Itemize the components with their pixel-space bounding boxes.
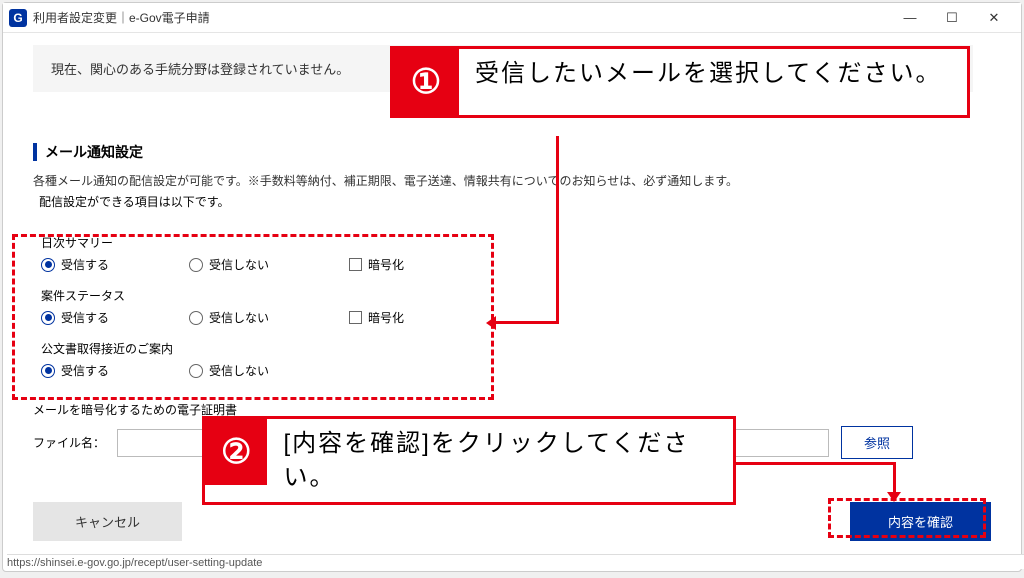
group-title: 日次サマリー — [41, 234, 495, 251]
radio-icon — [41, 311, 55, 325]
radio-receive[interactable]: 受信する — [41, 309, 109, 326]
annotation-arrowhead-2 — [887, 492, 901, 502]
annotation-arrowhead-1 — [486, 316, 496, 330]
radio-icon — [189, 311, 203, 325]
section-desc2: 配信設定ができる項目は以下です。 — [39, 193, 991, 210]
radio-icon — [189, 258, 203, 272]
annotation-text-1: 受信したいメールを選択してください。 — [459, 49, 958, 99]
app-icon: G — [9, 9, 27, 27]
annotation-callout-2: ② [内容を確認]をクリックしてください。 — [202, 416, 736, 505]
titlebar: G 利用者設定変更｜e-Gov電子申請 — ☐ ✕ — [3, 3, 1021, 33]
group-document-notice: 公文書取得接近のご案内 受信する 受信しない — [41, 340, 495, 379]
radio-label: 受信する — [61, 256, 109, 273]
radio-label: 受信する — [61, 362, 109, 379]
annotation-callout-1: ① 受信したいメールを選択してください。 — [390, 46, 970, 118]
group-daily-summary: 日次サマリー 受信する 受信しない 暗号化 — [41, 234, 495, 273]
group-title: 公文書取得接近のご案内 — [41, 340, 495, 357]
checkbox-icon — [349, 258, 362, 271]
radio-icon — [189, 364, 203, 378]
group-case-status: 案件ステータス 受信する 受信しない 暗号化 — [41, 287, 495, 326]
radio-label: 受信しない — [209, 256, 269, 273]
section-desc1: 各種メール通知の配信設定が可能です。※手数料等納付、補正期限、電子送達、情報共有… — [33, 172, 991, 189]
annotation-number-2: ② — [205, 419, 267, 485]
radio-icon — [41, 258, 55, 272]
close-button[interactable]: ✕ — [973, 4, 1015, 32]
confirm-button[interactable]: 内容を確認 — [850, 502, 991, 541]
checkbox-label: 暗号化 — [368, 309, 404, 326]
group-title: 案件ステータス — [41, 287, 495, 304]
annotation-number-1: ① — [393, 49, 459, 115]
minimize-button[interactable]: — — [889, 4, 931, 32]
radio-label: 受信する — [61, 309, 109, 326]
browse-button[interactable]: 参照 — [841, 426, 913, 459]
annotation-text-2: [内容を確認]をクリックしてください。 — [267, 419, 733, 502]
maximize-button[interactable]: ☐ — [931, 4, 973, 32]
file-name-label: ファイル名： — [33, 434, 105, 451]
window-title: 利用者設定変更｜e-Gov電子申請 — [33, 9, 210, 26]
radio-label: 受信しない — [209, 362, 269, 379]
radio-icon — [41, 364, 55, 378]
radio-receive[interactable]: 受信する — [41, 256, 109, 273]
radio-receive[interactable]: 受信する — [41, 362, 109, 379]
checkbox-encrypt[interactable]: 暗号化 — [349, 309, 404, 326]
options-area: 日次サマリー 受信する 受信しない 暗号化 — [33, 224, 503, 391]
checkbox-encrypt[interactable]: 暗号化 — [349, 256, 404, 273]
radio-noreceive[interactable]: 受信しない — [189, 362, 269, 379]
status-bar: https://shinsei.e-gov.go.jp/recept/user-… — [7, 554, 1024, 569]
checkbox-label: 暗号化 — [368, 256, 404, 273]
footer-buttons: キャンセル 内容を確認 — [33, 502, 991, 541]
window-controls: — ☐ ✕ — [889, 4, 1015, 32]
radio-label: 受信しない — [209, 309, 269, 326]
cancel-button[interactable]: キャンセル — [33, 502, 182, 541]
section-header: メール通知設定 — [33, 142, 991, 162]
radio-noreceive[interactable]: 受信しない — [189, 309, 269, 326]
radio-noreceive[interactable]: 受信しない — [189, 256, 269, 273]
checkbox-icon — [349, 311, 362, 324]
